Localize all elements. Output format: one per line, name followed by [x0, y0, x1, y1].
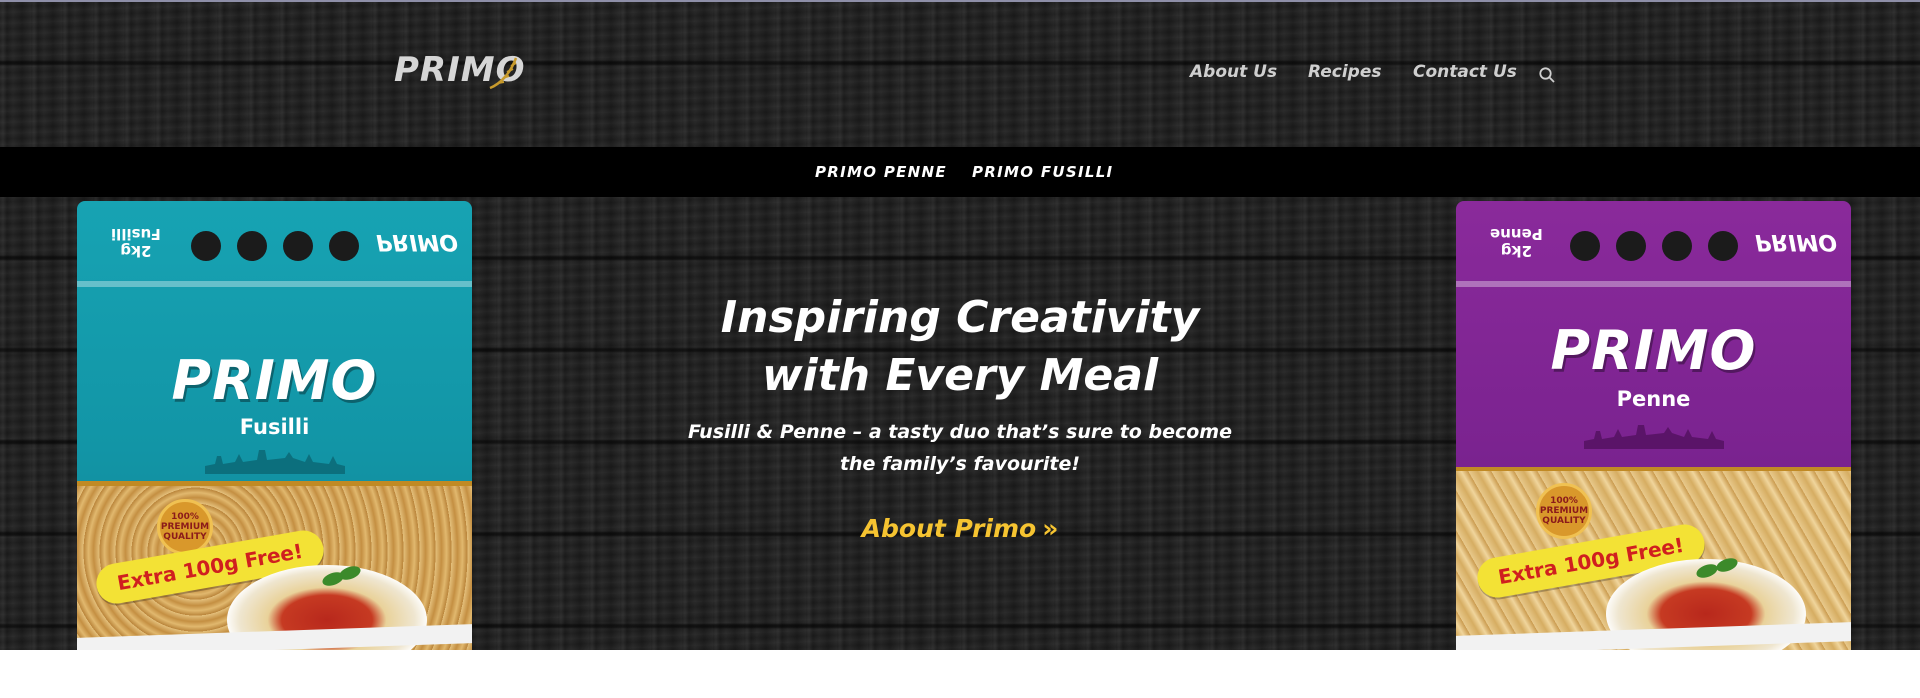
seal-line: PREMIUM — [1539, 506, 1589, 516]
hero-title-line: with Every Meal — [761, 350, 1159, 401]
bag-top-weight-kg: 2kg — [120, 242, 152, 260]
hero-subtitle: Fusilli & Penne – a tasty duo that’s sur… — [610, 416, 1310, 480]
bag-top-weight-variant: Penne — [1490, 225, 1543, 243]
village-silhouette-icon — [1584, 425, 1724, 449]
fusilli-bag-image: 2kg Fusilli PRIMO PRIMO Fusilli 100% PRE… — [77, 201, 472, 650]
site-header: PRIMO About Us Recipes Contact Us — [0, 2, 1920, 147]
subnav-primo-fusilli[interactable]: PRIMO FUSILLI — [972, 163, 1113, 181]
nav-about-us[interactable]: About Us — [1190, 62, 1277, 82]
wheat-icon — [489, 57, 518, 90]
seal-line: 100% — [171, 512, 199, 522]
bag-variant: Fusilli — [239, 415, 310, 439]
bag-top-weight: 2kg Fusilli — [111, 225, 161, 260]
nav-recipes[interactable]: Recipes — [1308, 62, 1382, 82]
seal-line: 100% — [1550, 496, 1578, 506]
site-logo[interactable]: PRIMO — [394, 48, 534, 96]
bag-top-weight: 2kg Penne — [1490, 225, 1543, 260]
bag-top-brand: PRIMO — [376, 229, 458, 254]
seal-line: QUALITY — [163, 532, 207, 542]
hero-subtitle-line: Fusilli & Penne – a tasty duo that’s sur… — [688, 421, 1232, 443]
hero-title: Inspiring Creativity with Every Meal — [560, 289, 1360, 405]
bag-top-weight-kg: 2kg — [1500, 242, 1532, 260]
village-silhouette-icon — [205, 450, 345, 474]
product-subnav: PRIMO PENNE PRIMO FUSILLI — [0, 147, 1920, 197]
bag-brand: PRIMO — [1550, 319, 1757, 382]
search-button[interactable] — [1538, 66, 1556, 84]
premium-quality-seal: 100% PREMIUM QUALITY — [1536, 483, 1592, 539]
bag-hang-holes — [1570, 231, 1738, 261]
bag-variant: Penne — [1616, 387, 1691, 411]
search-icon — [1539, 67, 1555, 83]
penne-bag-image: 2kg Penne PRIMO PRIMO Penne 100% PREMIUM… — [1456, 201, 1851, 650]
nav-contact-us[interactable]: Contact Us — [1413, 62, 1517, 82]
hero-banner: 2kg Fusilli PRIMO PRIMO Fusilli 100% PRE… — [0, 197, 1920, 650]
subnav-primo-penne[interactable]: PRIMO PENNE — [815, 163, 947, 181]
double-chevron-right-icon: » — [1042, 514, 1059, 543]
bag-hang-holes — [191, 231, 359, 261]
about-primo-label: About Primo — [861, 514, 1037, 543]
bag-brand: PRIMO — [171, 349, 378, 412]
seal-line: PREMIUM — [160, 522, 210, 532]
bag-top-weight-variant: Fusilli — [111, 225, 161, 243]
hero-title-line: Inspiring Creativity — [720, 292, 1200, 343]
seal-line: QUALITY — [1542, 516, 1586, 526]
bag-top-brand: PRIMO — [1755, 229, 1837, 254]
about-primo-link[interactable]: About Primo» — [760, 514, 1160, 543]
hero-subtitle-line: the family’s favourite! — [839, 453, 1081, 475]
